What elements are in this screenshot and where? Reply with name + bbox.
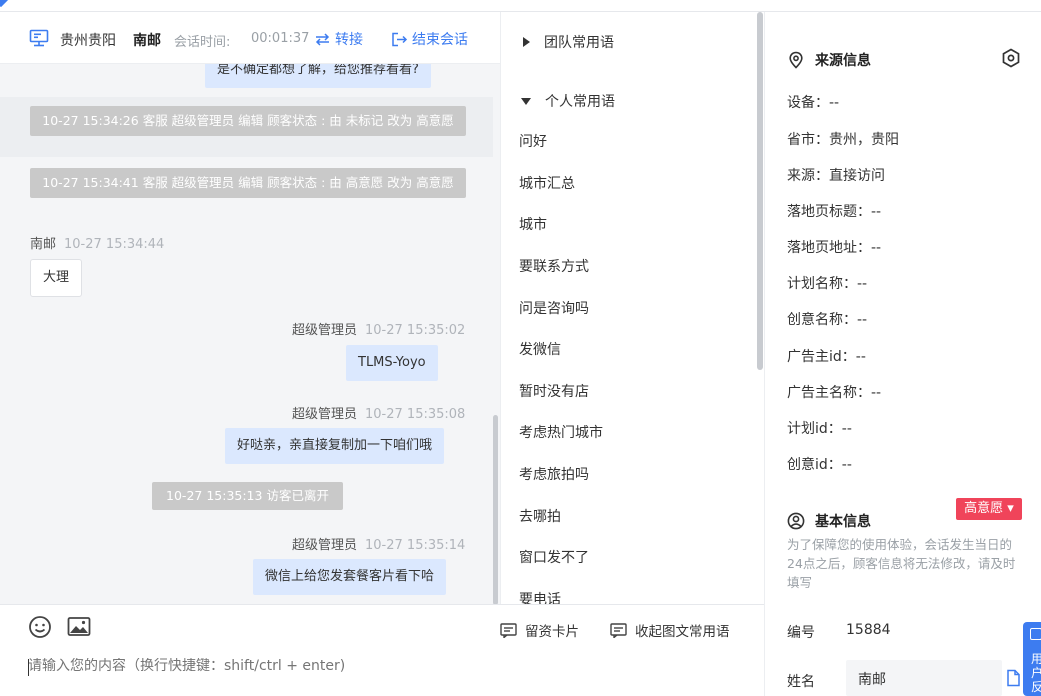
name-value: 南邮 (858, 672, 886, 688)
phrase-item[interactable]: 暂时没有店 (519, 381, 589, 401)
message-input[interactable] (28, 658, 728, 674)
info-row-creative-id: 创意id：-- (787, 457, 852, 473)
info-row-plan-name: 计划名称：-- (787, 276, 868, 292)
intent-status-dropdown[interactable]: 高意愿 ▾ (956, 498, 1022, 520)
agent-sender: 超级管理员 10-27 15:35:02 (292, 319, 465, 338)
sender-time: 10-27 15:35:14 (365, 538, 466, 553)
id-label: 编号 (787, 625, 815, 641)
group-label: 团队常用语 (544, 35, 614, 51)
sender-name: 超级管理员 (292, 407, 358, 422)
image-icon[interactable] (67, 615, 91, 639)
monitor-icon (29, 29, 49, 47)
customer-name: 南邮 (133, 33, 161, 49)
lead-card-label: 留资卡片 (525, 624, 579, 640)
feedback-icon (1030, 628, 1041, 640)
info-row-creative-name: 创意名称：-- (787, 312, 868, 328)
phrase-item[interactable]: 问好 (519, 131, 547, 151)
phrase-item[interactable]: 去哪拍 (519, 506, 561, 526)
agent-message-bubble: 微信上给您发套餐客片看下哈 (253, 559, 447, 595)
sender-time: 10-27 15:34:44 (64, 237, 165, 252)
text-caret (28, 659, 29, 676)
id-value: 15884 (846, 622, 891, 638)
info-row-plan-id: 计划id：-- (787, 421, 852, 437)
transfer-label: 转接 (335, 32, 363, 48)
sender-name: 南邮 (30, 237, 57, 252)
caret-right-icon (523, 37, 530, 47)
source-info-title: 来源信息 (787, 50, 871, 70)
team-phrases-group[interactable]: 团队常用语 (523, 32, 614, 52)
sender-name: 超级管理员 (292, 538, 358, 553)
app-logo-icon (0, 0, 9, 8)
caret-down-icon (521, 97, 531, 105)
feedback-tab-label: 用户反 (1031, 652, 1041, 694)
end-session-button[interactable]: 结束会话 (391, 29, 468, 49)
info-row-landing-url: 落地页地址：-- (787, 240, 882, 256)
name-field[interactable]: 南邮 (846, 660, 1002, 696)
duration-value: 00:01:37 (251, 31, 310, 46)
sender-name: 超级管理员 (292, 323, 358, 338)
info-row-device: 设备：-- (787, 95, 840, 111)
end-session-label: 结束会话 (412, 32, 468, 48)
chat-scrollbar[interactable] (493, 415, 498, 605)
section-title: 基本信息 (815, 514, 871, 530)
edit-hint-text: 为了保障您的使用体验，会话发生当日的24点之后，顾客信息将无法修改，请及时填写 (787, 537, 1016, 590)
transfer-icon (315, 32, 330, 46)
name-label: 姓名 (787, 674, 815, 690)
info-row-province: 省市：贵州，贵阳 (787, 132, 899, 148)
phrase-item[interactable]: 城市 (519, 214, 547, 234)
message-composer: 留资卡片 收起图文常用语 (0, 604, 764, 696)
customer-info-panel: 来源信息 设备：-- 省市：贵州，贵阳 来源：直接访问 落地页标题：-- 落地页… (764, 12, 1041, 696)
section-title: 来源信息 (815, 53, 871, 69)
collapse-phrases-button[interactable]: 收起图文常用语 (610, 620, 730, 640)
phrases-scrollbar[interactable] (757, 12, 763, 370)
emoji-icon[interactable] (28, 615, 52, 639)
agent-sender: 超级管理员 10-27 15:35:14 (292, 534, 465, 553)
phrase-item[interactable]: 窗口发不了 (519, 547, 589, 567)
lead-card-button[interactable]: 留资卡片 (500, 620, 579, 640)
group-label: 个人常用语 (545, 94, 615, 110)
visitor-sender: 南邮 10-27 15:34:44 (30, 233, 164, 252)
phrase-item[interactable]: 城市汇总 (519, 173, 575, 193)
info-row-source: 来源：直接访问 (787, 168, 885, 184)
location-pin-icon (789, 51, 803, 69)
exit-icon (392, 32, 408, 46)
visitor-left-notice: 10-27 15:35:13 访客已离开 (152, 482, 343, 510)
phrases-panel: 团队常用语 个人常用语 问好 城市汇总 城市 要联系方式 问是咨询吗 发微信 暂… (500, 12, 764, 604)
phrase-item[interactable]: 要联系方式 (519, 256, 589, 276)
agent-message-bubble: 好哒亲，亲直接复制加一下咱们哦 (225, 428, 445, 464)
transfer-button[interactable]: 转接 (314, 29, 363, 49)
copy-icon[interactable] (1005, 669, 1021, 687)
info-row-advertiser-name: 广告主名称：-- (787, 385, 882, 401)
feedback-float-tab[interactable]: 用户反 (1023, 622, 1041, 696)
phrase-item[interactable]: 要电话 (519, 589, 561, 604)
personal-phrases-group[interactable]: 个人常用语 (521, 91, 615, 111)
phrase-item[interactable]: 问是咨询吗 (519, 298, 589, 318)
settings-hex-icon[interactable] (1001, 48, 1021, 68)
system-message: 10-27 15:34:41 客服 超级管理员 编辑 顾客状态 : 由 高意愿 … (30, 168, 466, 198)
sender-time: 10-27 15:35:02 (365, 323, 466, 338)
phrase-item[interactable]: 考虑热门城市 (519, 422, 603, 442)
basic-info-title: 基本信息 (787, 511, 871, 531)
collapse-phrases-label: 收起图文常用语 (635, 624, 730, 640)
info-row-landing-title: 落地页标题：-- (787, 204, 882, 220)
message-square-icon (610, 622, 627, 638)
sender-time: 10-27 15:35:08 (365, 407, 466, 422)
phrase-item[interactable]: 发微信 (519, 339, 561, 359)
chat-header: 贵州贵阳 南邮 会话时间: 00:01:37 转接 结束会话 (0, 12, 500, 64)
phrase-item[interactable]: 考虑旅拍吗 (519, 464, 589, 484)
message-square-icon (500, 622, 517, 638)
chat-panel: 是不确定都想了解，给您推荐看看? 10-27 15:34:26 客服 超级管理员… (0, 12, 500, 604)
agent-message-bubble: TLMS-Yoyo (346, 345, 438, 381)
duration-label: 会话时间: (174, 35, 231, 50)
system-message: 10-27 15:34:26 客服 超级管理员 编辑 顾客状态 : 由 未标记 … (30, 106, 466, 136)
info-row-advertiser-id: 广告主id：-- (787, 349, 866, 365)
user-circle-icon (787, 512, 805, 530)
agent-sender: 超级管理员 10-27 15:35:08 (292, 403, 465, 422)
app-top-strip (0, 0, 1041, 11)
visitor-message-bubble: 大理 (30, 259, 83, 297)
customer-location: 贵州贵阳 (60, 33, 116, 49)
